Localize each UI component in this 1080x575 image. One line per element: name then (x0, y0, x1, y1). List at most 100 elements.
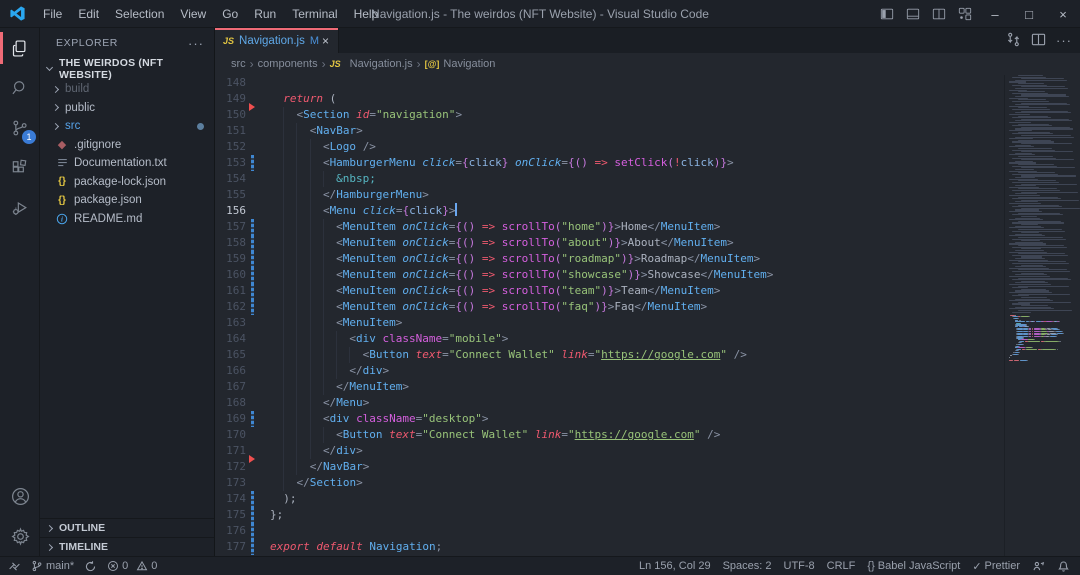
code-line-167[interactable]: 167</MenuItem> (215, 379, 1004, 395)
sync-icon[interactable] (84, 560, 97, 573)
code-line-156[interactable]: 156<Menu click={click}> (215, 203, 1004, 219)
line-number: 166 (215, 363, 246, 379)
code-line-173[interactable]: 173</Section> (215, 475, 1004, 491)
code-line-152[interactable]: 152<Logo /> (215, 139, 1004, 155)
git-branch-indicator[interactable]: main* (31, 560, 74, 572)
js-file-icon: JS (223, 36, 234, 46)
menu-help[interactable]: Help (346, 0, 387, 27)
code-line-172[interactable]: 172</NavBar> (215, 459, 1004, 475)
editor-more-actions-icon[interactable]: ··· (1056, 33, 1072, 48)
code-line-171[interactable]: 171</div> (215, 443, 1004, 459)
code-line-170[interactable]: 170<Button text="Connect Wallet" link="h… (215, 427, 1004, 443)
code-line-166[interactable]: 166</div> (215, 363, 1004, 379)
section-outline[interactable]: OUTLINE (40, 518, 214, 537)
code-line-176[interactable]: 176 (215, 523, 1004, 539)
code-line-169[interactable]: 169<div className="desktop"> (215, 411, 1004, 427)
code-line-162[interactable]: 162<MenuItem onClick={() => scrollTo("fa… (215, 299, 1004, 315)
code-line-160[interactable]: 160<MenuItem onClick={() => scrollTo("sh… (215, 267, 1004, 283)
source-control-icon[interactable]: 1 (0, 108, 40, 148)
close-button[interactable]: × (1046, 0, 1080, 28)
code-line-161[interactable]: 161<MenuItem onClick={() => scrollTo("te… (215, 283, 1004, 299)
tree-item-src[interactable]: src (40, 117, 214, 136)
line-number: 171 (215, 443, 246, 459)
code-line-177[interactable]: 177export default Navigation; (215, 539, 1004, 555)
code-line-159[interactable]: 159<MenuItem onClick={() => scrollTo("ro… (215, 251, 1004, 267)
menu-run[interactable]: Run (246, 0, 284, 27)
breadcrumb-symbol-navigation[interactable]: Navigation (443, 58, 495, 70)
indentation-setting[interactable]: Spaces: 2 (723, 560, 772, 572)
problems-indicator[interactable]: 0 0 (107, 560, 157, 572)
notifications-bell-icon[interactable] (1057, 560, 1070, 573)
settings-gear-icon[interactable] (0, 516, 40, 556)
language-mode[interactable]: {}Babel JavaScript (867, 560, 960, 572)
maximize-button[interactable]: □ (1012, 0, 1046, 28)
explorer-more-actions-icon[interactable]: ··· (188, 36, 204, 51)
breadcrumb-file[interactable]: Navigation.js (350, 58, 413, 70)
minimap[interactable] (1004, 75, 1080, 556)
chevron-right-icon (52, 86, 59, 93)
code-line-154[interactable]: 154&nbsp; (215, 171, 1004, 187)
line-number: 157 (215, 219, 246, 235)
extensions-icon[interactable] (0, 148, 40, 188)
eol-setting[interactable]: CRLF (827, 560, 856, 572)
editor-group: JS Navigation.js M × ··· src › component… (215, 28, 1080, 556)
code-line-174[interactable]: 174); (215, 491, 1004, 507)
git-modified-gutter-icon (251, 219, 254, 235)
toggle-panel-icon[interactable] (900, 1, 926, 27)
minimize-button[interactable]: – (978, 0, 1012, 28)
formatter-status[interactable]: ✓Prettier (972, 560, 1020, 573)
line-number: 155 (215, 187, 246, 203)
cursor-position[interactable]: Ln 156, Col 29 (639, 560, 711, 572)
code-line-151[interactable]: 151<NavBar> (215, 123, 1004, 139)
tree-item-build[interactable]: build (40, 80, 214, 99)
run-debug-icon[interactable] (0, 188, 40, 228)
code-line-155[interactable]: 155</HamburgerMenu> (215, 187, 1004, 203)
remote-icon[interactable] (8, 560, 21, 573)
breadcrumb-components[interactable]: components (258, 58, 318, 70)
git-deleted-gutter-icon (249, 103, 255, 111)
code-line-164[interactable]: 164<div className="mobile"> (215, 331, 1004, 347)
tree-item--gitignore[interactable]: ◆.gitignore (40, 136, 214, 155)
menu-edit[interactable]: Edit (70, 0, 107, 27)
code-line-165[interactable]: 165<Button text="Connect Wallet" link="h… (215, 347, 1004, 363)
menu-go[interactable]: Go (214, 0, 246, 27)
code-line-163[interactable]: 163<MenuItem> (215, 315, 1004, 331)
split-editor-layout-icon[interactable] (926, 1, 952, 27)
open-changes-icon[interactable] (1006, 32, 1021, 50)
code-line-150[interactable]: 150<Section id="navigation"> (215, 107, 1004, 123)
tab-navigation-js[interactable]: JS Navigation.js M × (215, 28, 339, 53)
code-line-175[interactable]: 175}; (215, 507, 1004, 523)
breadcrumb-src[interactable]: src (231, 58, 246, 70)
code-line-153[interactable]: 153<HamburgerMenu click={click} onClick=… (215, 155, 1004, 171)
encoding-setting[interactable]: UTF-8 (784, 560, 815, 572)
code-line-149[interactable]: 149return ( (215, 91, 1004, 107)
menu-file[interactable]: File (35, 0, 70, 27)
search-icon[interactable] (0, 68, 40, 108)
menu-selection[interactable]: Selection (107, 0, 172, 27)
feedback-icon[interactable] (1032, 560, 1045, 573)
tree-item-documentation-txt[interactable]: Documentation.txt (40, 154, 214, 173)
customize-layout-icon[interactable] (952, 1, 978, 27)
code-line-148[interactable]: 148 (215, 75, 1004, 91)
tree-item-package-json[interactable]: {}package.json (40, 191, 214, 210)
menu-view[interactable]: View (172, 0, 214, 27)
code-line-157[interactable]: 157<MenuItem onClick={() => scrollTo("ho… (215, 219, 1004, 235)
close-tab-icon[interactable]: × (319, 33, 332, 49)
split-editor-icon[interactable] (1031, 32, 1046, 50)
tree-item-readme-md[interactable]: iREADME.md (40, 210, 214, 229)
code-editor[interactable]: 148149return (150<Section id="navigation… (215, 75, 1004, 556)
toggle-sidebar-icon[interactable] (874, 1, 900, 27)
accounts-icon[interactable] (0, 476, 40, 516)
sidebar-title: EXPLORER (56, 37, 118, 49)
code-line-168[interactable]: 168</Menu> (215, 395, 1004, 411)
code-line-158[interactable]: 158<MenuItem onClick={() => scrollTo("ab… (215, 235, 1004, 251)
git-modified-badge: M (310, 35, 319, 47)
explorer-icon[interactable] (0, 28, 40, 68)
tree-item-public[interactable]: public (40, 99, 214, 118)
git-modified-gutter-icon (251, 235, 254, 251)
tree-item-package-lock-json[interactable]: {}package-lock.json (40, 173, 214, 192)
menu-terminal[interactable]: Terminal (284, 0, 345, 27)
section-timeline[interactable]: TIMELINE (40, 537, 214, 556)
workspace-root-folder[interactable]: THE WEIRDOS (NFT WEBSITE) (40, 58, 214, 80)
svg-text:i: i (61, 216, 63, 223)
